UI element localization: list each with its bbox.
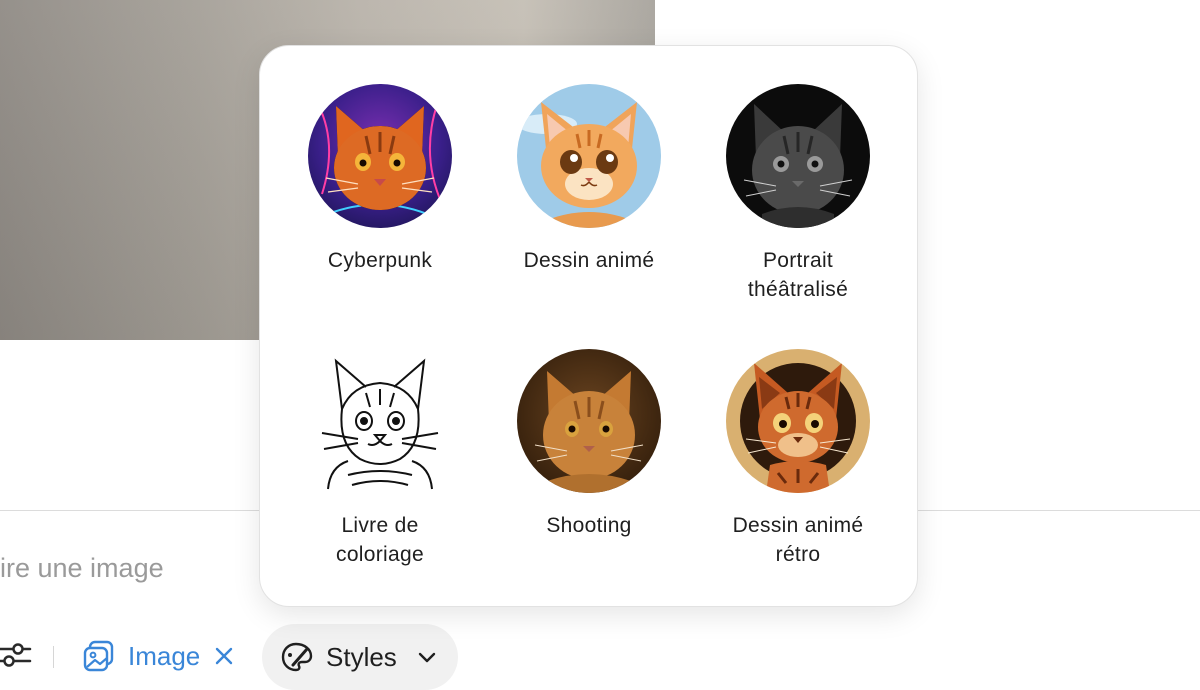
toolbar-separator [53,646,54,668]
styles-popover: #gCyber ~ use .ear{} Cyberpunk [259,45,918,607]
coloring-book-cat-thumbnail [308,349,452,493]
close-icon[interactable] [214,646,234,666]
style-option-cyberpunk[interactable]: #gCyber ~ use .ear{} Cyberpunk [275,84,485,275]
image-mode-chip[interactable]: Image [82,636,234,676]
chevron-down-icon [418,652,436,663]
theatrical-portrait-cat-thumbnail [726,84,870,228]
cyberpunk-cat-thumbnail: #gCyber ~ use .ear{} [308,84,452,228]
style-option-livre-de-coloriage[interactable]: Livre de coloriage [275,349,485,569]
style-option-label: Shooting [546,514,632,537]
composer-toolbar: Image Styles [0,622,480,690]
style-option-label: Dessin animé rétro [732,514,864,566]
style-option-dessin-anime-retro[interactable]: Dessin animé rétro [693,349,903,569]
style-option-label: Portrait théâtralisé [747,249,849,301]
cartoon-cat-thumbnail [517,84,661,228]
photoshoot-cat-thumbnail [517,349,661,493]
style-option-label: Cyberpunk [327,249,433,272]
sliders-icon[interactable] [0,638,34,672]
paintbrush-icon [281,642,313,672]
styles-button-label: Styles [326,641,397,672]
image-icon [83,640,114,672]
style-option-label: Livre de coloriage [336,514,424,566]
prompt-input[interactable] [0,548,240,588]
style-option-shooting[interactable]: Shooting [484,349,694,540]
style-option-dessin-anime[interactable]: Dessin animé [484,84,694,275]
style-option-portrait-theatralise[interactable]: Portrait théâtralisé [693,84,903,304]
style-option-label: Dessin animé [523,249,655,272]
image-chip-label: Image [128,640,201,671]
retro-cartoon-cat-thumbnail [726,349,870,493]
styles-button[interactable]: Styles [262,624,458,690]
